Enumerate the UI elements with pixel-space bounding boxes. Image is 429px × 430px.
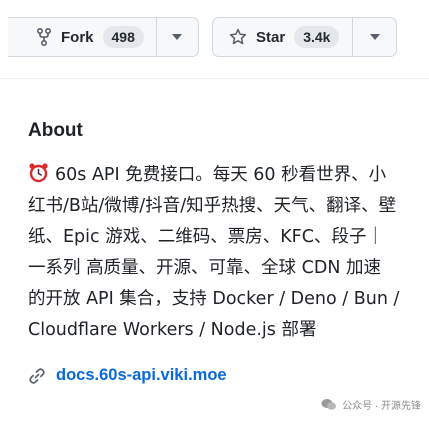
star-count: 3.4k <box>294 26 340 48</box>
triangle-down-icon <box>172 34 183 40</box>
fork-button[interactable]: Fork 498 <box>8 18 156 56</box>
homepage-link[interactable]: docs.60s-api.viki.moe <box>28 366 423 385</box>
fork-count: 498 <box>102 26 144 48</box>
link-icon <box>28 367 46 385</box>
star-button-group: Star 3.4k <box>212 17 397 57</box>
star-dropdown-button[interactable] <box>352 18 396 56</box>
about-section: About 60s API 免费接口。每天 60 秒看世界、小红书/B站/微博/… <box>28 120 423 385</box>
triangle-down-icon <box>369 34 380 40</box>
fork-icon <box>36 28 52 46</box>
repo-description: 60s API 免费接口。每天 60 秒看世界、小红书/B站/微博/抖音/知乎热… <box>28 160 400 346</box>
star-label: Star <box>256 28 286 46</box>
wechat-icon <box>321 398 337 411</box>
section-divider <box>0 78 429 79</box>
alarm-clock-icon <box>28 162 49 183</box>
homepage-link-text[interactable]: docs.60s-api.viki.moe <box>56 366 227 385</box>
fork-button-group: Fork 498 <box>8 17 199 57</box>
fork-label: Fork <box>61 28 94 46</box>
repo-description-text: 60s API 免费接口。每天 60 秒看世界、小红书/B站/微博/抖音/知乎热… <box>28 165 400 340</box>
about-heading: About <box>28 120 83 141</box>
repo-actions-bar: Fork 498 Star 3.4k <box>0 0 429 78</box>
watermark: 公众号 · 开源先锋 <box>321 397 421 412</box>
fork-dropdown-button[interactable] <box>155 18 198 56</box>
star-button[interactable]: Star 3.4k <box>213 18 352 56</box>
star-icon <box>229 28 247 46</box>
watermark-text: 公众号 · 开源先锋 <box>342 401 421 412</box>
